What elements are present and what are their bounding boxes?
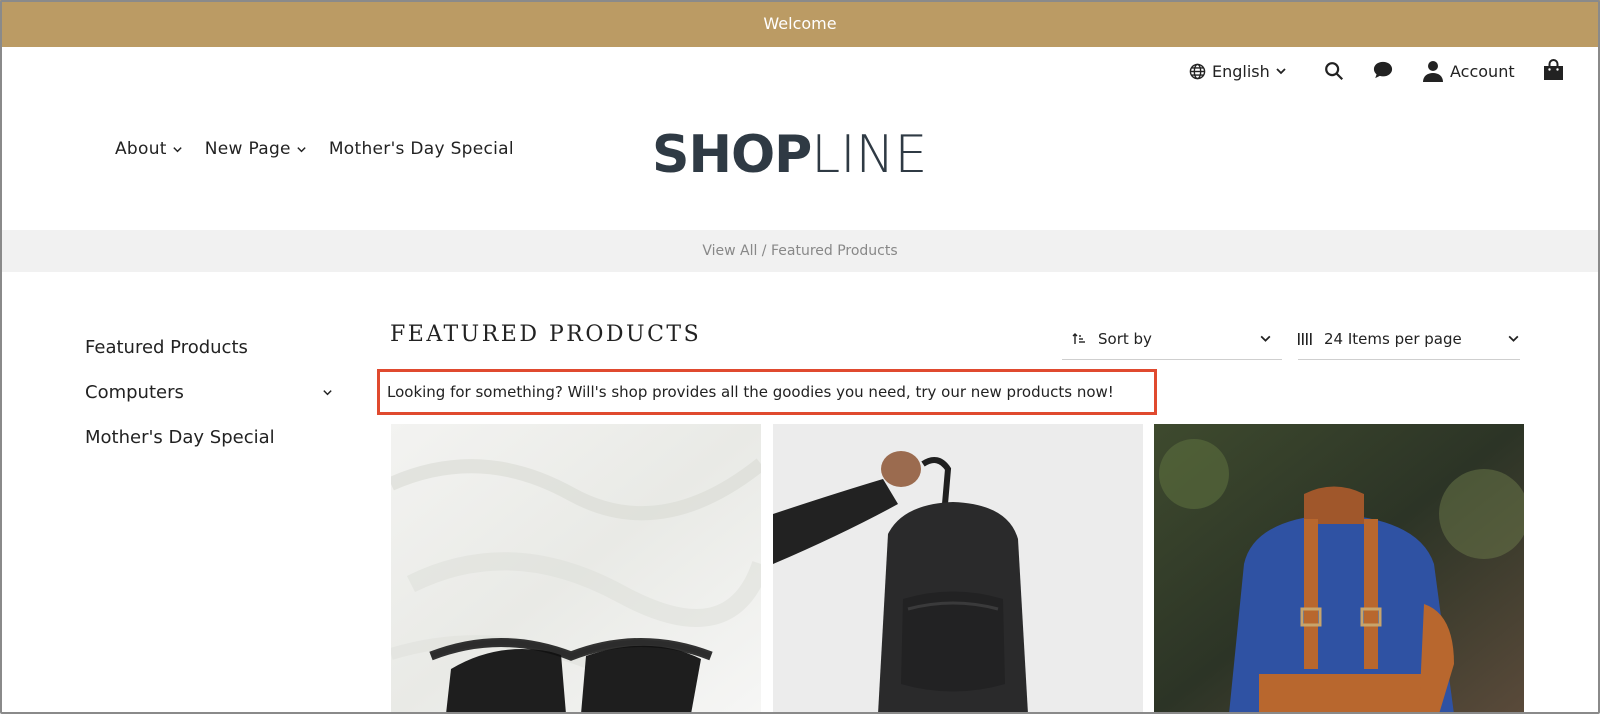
globe-icon: [1189, 63, 1206, 80]
sort-icon: [1072, 332, 1086, 346]
sidebar-item-featured-products[interactable]: Featured Products: [85, 325, 335, 370]
chevron-down-icon: [1275, 65, 1287, 77]
chevron-down-icon: [296, 144, 307, 155]
sidebar-item-label: Computers: [85, 382, 184, 403]
grid-columns-icon: [1298, 332, 1312, 345]
user-icon: [1423, 60, 1443, 82]
sort-by-select[interactable]: Sort by: [1062, 318, 1282, 360]
nav-item-label: New Page: [204, 139, 291, 159]
nav-item-mothers-day-special[interactable]: Mother's Day Special: [329, 139, 514, 159]
product-card-black-backpack[interactable]: [773, 424, 1143, 714]
product-image-sunglasses: [391, 424, 761, 714]
chevron-down-icon: [172, 144, 183, 155]
logo-wordmark: SHOPLINE: [652, 125, 928, 185]
announcement-bar: Welcome: [0, 0, 1600, 47]
main-nav: About New Page Mother's Day Special: [115, 139, 536, 159]
search-icon[interactable]: [1323, 60, 1345, 82]
sidebar-item-computers[interactable]: Computers: [85, 370, 335, 415]
language-selector[interactable]: English: [1189, 58, 1287, 84]
nav-item-label: About: [115, 139, 167, 159]
items-per-page-select[interactable]: 24 Items per page: [1298, 318, 1520, 360]
sidebar-item-mothers-day-special[interactable]: Mother's Day Special: [85, 415, 335, 460]
items-per-page-label: 24 Items per page: [1324, 329, 1462, 348]
sidebar-item-label: Featured Products: [85, 337, 248, 358]
product-image-black-backpack: [773, 424, 1143, 714]
shopline-logo[interactable]: SHOPLINE: [652, 128, 927, 182]
page-title: FEATURED PRODUCTS: [390, 322, 702, 347]
product-card-sunglasses[interactable]: [391, 424, 761, 714]
chevron-down-icon: [1259, 332, 1272, 345]
breadcrumb: View All / Featured Products: [0, 230, 1600, 272]
nav-item-new-page[interactable]: New Page: [205, 139, 307, 159]
chat-icon[interactable]: [1372, 60, 1394, 80]
collection-description: Looking for something? Will's shop provi…: [377, 369, 1157, 415]
language-label: English: [1212, 61, 1270, 81]
sidebar-item-label: Mother's Day Special: [85, 427, 275, 448]
collection-description-text: Looking for something? Will's shop provi…: [387, 383, 1114, 401]
chevron-down-icon[interactable]: [322, 387, 333, 398]
nav-item-about[interactable]: About: [115, 139, 183, 159]
nav-item-label: Mother's Day Special: [328, 139, 514, 159]
bag-icon[interactable]: [1543, 59, 1564, 81]
product-card-blue-backpack[interactable]: [1154, 424, 1524, 714]
category-sidebar: Featured Products Computers Mother's Day…: [85, 325, 335, 460]
breadcrumb-text[interactable]: View All / Featured Products: [702, 243, 897, 259]
announcement-text: Welcome: [763, 14, 837, 33]
account-label: Account: [1450, 61, 1515, 81]
sort-by-label: Sort by: [1098, 329, 1152, 348]
account-link[interactable]: Account: [1423, 58, 1515, 84]
chevron-down-icon: [1507, 332, 1520, 345]
product-image-blue-backpack: [1154, 424, 1524, 714]
